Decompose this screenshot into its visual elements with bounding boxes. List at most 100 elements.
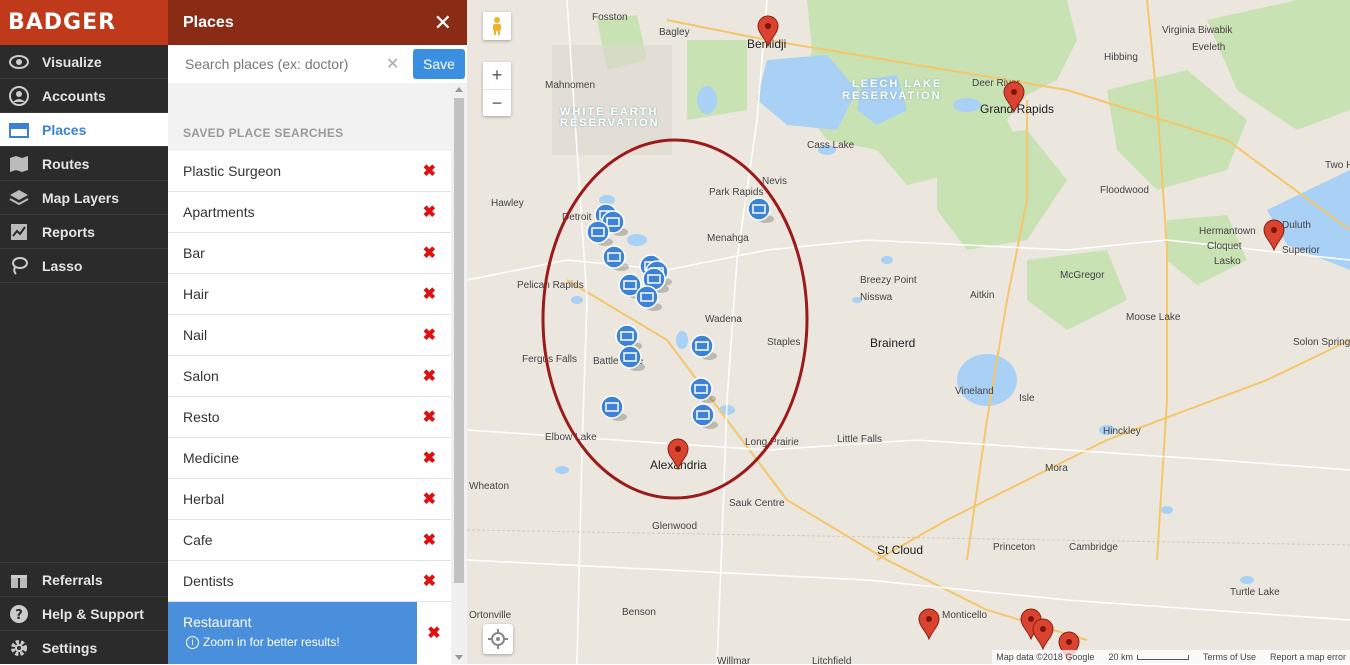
map-label: Willmar [717,656,751,664]
info-icon: i [186,635,199,649]
map-label: Cass Lake [807,140,855,151]
active-saved-search[interactable]: Restaurant i Zoom in for better results! [168,602,451,664]
panel-scrollbar[interactable] [451,83,467,664]
nav-label: Routes [42,155,90,172]
map-label: Eveleth [1192,42,1226,53]
nav-item-referrals[interactable]: Referrals [0,562,168,596]
map-label: RESERVATION [842,90,942,102]
nav-label: Map Layers [42,189,120,206]
delete-icon[interactable]: ✖ [423,202,436,222]
delete-icon[interactable]: ✖ [423,366,436,386]
map-label: Elbow Lake [545,432,597,443]
nav-label: Visualize [42,53,102,70]
map-label: Nevis [762,176,788,187]
nav-item-accounts[interactable]: Accounts [0,79,168,113]
saved-searches-heading: SAVED PLACE SEARCHES [183,126,344,140]
saved-search-label: Bar [183,245,205,261]
nav-item-help[interactable]: ? Help & Support [0,596,168,630]
scroll-thumb[interactable] [454,98,464,583]
svg-text:?: ? [15,608,23,623]
nav-label: Places [42,121,87,138]
nav-item-reports[interactable]: Reports [0,215,168,249]
saved-search-item[interactable]: Hair ✖ [168,274,451,315]
locate-icon[interactable] [483,624,513,654]
delete-icon[interactable]: ✖ [423,489,436,509]
map-label: Park Rapids [709,187,764,198]
chart-icon [8,221,30,243]
nav-item-routes[interactable]: Routes [0,147,168,181]
nav-item-visualize[interactable]: Visualize [0,45,168,79]
saved-search-item[interactable]: Bar ✖ [168,233,451,274]
map-label: Battle Lake [593,356,644,367]
side-nav: BADGER Visualize Accounts Places Routes … [0,0,168,664]
scroll-down-icon[interactable] [455,655,463,660]
map-label: Virginia Biwabik [1162,25,1233,36]
delete-icon[interactable]: ✖ [423,530,436,550]
saved-search-item[interactable]: Dentists ✖ [168,561,451,602]
delete-icon[interactable]: ✖ [423,407,436,427]
map-label: Aitkin [970,290,995,301]
lasso-icon [8,255,30,277]
zoom-hint-text: Zoom in for better results! [203,635,340,649]
map-label: Hermantown [1199,226,1256,237]
saved-search-item[interactable]: Plastic Surgeon ✖ [168,151,451,192]
scroll-up-icon[interactable] [455,87,463,92]
report-error-link[interactable]: Report a map error [1270,652,1346,662]
delete-icon[interactable]: ✖ [423,284,436,304]
save-button[interactable]: Save [413,49,465,79]
map-label: Staples [767,337,801,348]
saved-search-item[interactable]: Salon ✖ [168,356,451,397]
saved-search-label: Resto [183,409,220,425]
map-canvas[interactable]: Fosston Bagley Bemidji Virginia Biwabik … [467,0,1350,664]
map-label: Mora [1045,463,1068,474]
map-label: Grand Rapids [980,102,1055,116]
map-label: Nisswa [860,292,893,303]
help-icon: ? [8,603,30,625]
nav-item-lasso[interactable]: Lasso [0,249,168,283]
map-data-credit: Map data ©2018 Google [996,652,1095,662]
brand-logo[interactable]: BADGER [0,0,168,45]
close-icon[interactable]: ✕ [434,10,452,36]
clear-search-icon[interactable]: ✕ [386,54,399,74]
map-scale: 20 km [1108,652,1189,662]
delete-icon[interactable]: ✖ [423,571,436,591]
map-attribution: Map data ©2018 Google 20 km Terms of Use… [992,650,1350,664]
map-label: Princeton [993,542,1036,553]
nav-item-map-layers[interactable]: Map Layers [0,181,168,215]
nav-label: Accounts [42,87,106,104]
saved-search-label: Plastic Surgeon [183,163,282,179]
saved-search-label: Salon [183,368,219,384]
saved-search-item[interactable]: Resto ✖ [168,397,451,438]
saved-search-item[interactable]: Cafe ✖ [168,520,451,561]
saved-search-label: Apartments [183,204,255,220]
saved-search-item[interactable]: Herbal ✖ [168,479,451,520]
delete-icon[interactable]: ✖ [423,243,436,263]
saved-search-item[interactable]: Nail ✖ [168,315,451,356]
delete-icon[interactable]: ✖ [423,161,436,181]
panel-header: Places ✕ [168,0,467,45]
nav-item-settings[interactable]: Settings [0,630,168,664]
zoom-out-button[interactable]: − [483,90,511,117]
map-label: Duluth [1282,220,1311,231]
map-label: Two H [1325,160,1350,171]
saved-searches-list: Plastic Surgeon ✖ Apartments ✖ Bar ✖ Hair ✖ … [168,151,451,602]
map-label: RESERVATION [560,117,660,129]
map-label: Alexandria [650,458,707,472]
map-label: Moose Lake [1126,312,1181,323]
saved-search-label: Herbal [183,491,225,507]
map-label: Turtle Lake [1230,587,1280,598]
delete-icon[interactable]: ✖ [423,448,436,468]
map-icon [8,153,30,175]
nav-item-places[interactable]: Places [0,113,168,147]
map-label: Cambridge [1069,542,1118,553]
map-label: Brainerd [870,336,916,350]
zoom-in-button[interactable]: + [483,62,511,90]
terms-link[interactable]: Terms of Use [1203,652,1256,662]
search-input[interactable] [183,55,377,73]
street-view-pegman-icon[interactable] [483,12,511,40]
delete-icon[interactable]: ✖ [423,325,436,345]
nav-label: Lasso [42,257,83,274]
saved-search-item[interactable]: Medicine ✖ [168,438,451,479]
saved-search-item[interactable]: Apartments ✖ [168,192,451,233]
delete-icon[interactable]: ✖ [417,602,451,664]
